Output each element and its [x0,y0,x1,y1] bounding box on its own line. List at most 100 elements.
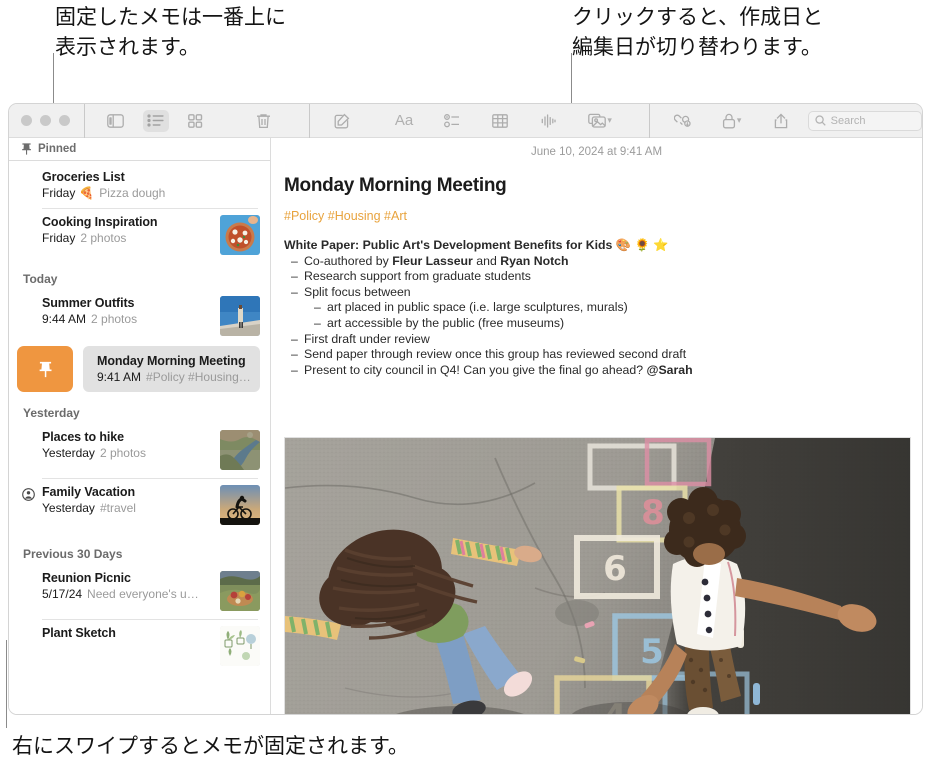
note-title: Family Vacation [42,485,135,499]
callout-leader-line-left [53,53,54,106]
screenshot-root: 固定したメモは一番上に 表示されます。 クリックすると、作成日と 編集日が切り替… [0,0,931,771]
toolbar-divider-3 [649,104,650,138]
note-date: Friday [42,186,76,200]
bullet-text: and [472,253,501,268]
note-list-item-plant-sketch[interactable]: Plant Sketch [9,620,270,674]
close-button[interactable] [21,115,32,126]
compose-note-button[interactable] [329,110,355,132]
delete-group [251,110,277,132]
note-date: 9:41 AM [97,370,142,384]
table-button[interactable] [487,110,513,132]
checklist-button[interactable] [439,110,465,132]
pin-swipe-action-button[interactable] [17,346,73,392]
svg-text:6: 6 [603,549,627,589]
svg-text:5: 5 [640,632,664,672]
callout-date-toggle: クリックすると、作成日と 編集日が切り替わります。 [572,5,824,60]
format-aa-button[interactable]: Aa [391,110,417,132]
notes-window: Aa ▾ ▾ Search Pinned Groceries List Frid… [8,103,923,715]
svg-text:8: 8 [641,493,665,533]
bullet-item: Split focus between [284,285,922,301]
callout-leader-line-bottom [6,640,7,728]
note-list-item-reunion-picnic[interactable]: Reunion Picnic 5/17/24 Need everyone's u… [9,565,270,619]
selected-note-card[interactable]: Monday Morning Meeting 9:41 AM #Policy #H… [83,346,260,392]
note-list-item-summer-outfits[interactable]: Summer Outfits 9:44 AM 2 photos [9,290,270,344]
lock-button[interactable]: ▾ [716,110,748,132]
note-title: Reunion Picnic [42,571,131,585]
toolbar: Aa ▾ ▾ Search [9,104,922,138]
bullet-text: Co-authored by [304,253,393,268]
search-placeholder: Search [830,114,866,127]
note-body-heading: White Paper: Public Art's Development Be… [284,238,922,254]
media-button[interactable]: ▾ [583,110,617,132]
note-preview: #travel [99,501,136,515]
bullet-item-sub: art placed in public space (i.e. large s… [284,300,922,316]
note-meta: 9:41 AM #Policy #Housing… [97,370,260,384]
view-controls [103,109,209,132]
toolbar-divider [84,104,85,138]
note-preview: Pizza dough [99,186,166,200]
bullet-text: Present to city council in Q4! Can you g… [304,362,647,377]
note-body[interactable]: White Paper: Public Art's Development Be… [271,223,922,378]
note-date: 5/17/24 [42,587,83,601]
note-title: Summer Outfits [42,296,135,310]
bullet-item: Send paper through review once this grou… [284,347,922,363]
notes-list-sidebar: Pinned Groceries List Friday 🍕 Pizza dough [9,138,271,714]
callout-leader-line-right [571,53,572,106]
minimize-button[interactable] [40,115,51,126]
note-list-item-cooking-inspiration[interactable]: Cooking Inspiration Friday 2 photos [9,209,270,263]
mention-sarah[interactable]: @Sarah [646,363,692,377]
toolbar-divider-2 [308,104,310,138]
note-title: Monday Morning Meeting [97,354,246,368]
note-attached-photo[interactable]: 8 6 5 4 [284,437,911,714]
note-preview: #Policy #Housing… [146,370,251,384]
pushpin-icon [39,361,51,377]
pushpin-icon [22,143,31,155]
note-list-item-monday-morning-meeting-selected[interactable]: Monday Morning Meeting 9:41 AM #Policy #H… [9,344,270,394]
heading-emoji-icons: 🎨 🌻 ⭐ [615,238,669,252]
note-meta: Friday 2 photos [42,231,212,245]
pizza-emoji-icon: 🍕 [79,186,95,200]
note-date-toggle[interactable]: June 10, 2024 at 9:41 AM [271,138,922,158]
note-title-heading: Monday Morning Meeting [284,175,507,196]
list-view-button[interactable] [142,109,169,132]
bullet-item: Co-authored by Fleur Lasseur and Ryan No… [284,254,922,270]
share-controls: ▾ [670,110,794,132]
bullet-item: Present to city council in Q4! Can you g… [284,363,922,379]
collaborate-button[interactable] [670,110,696,132]
note-title: Groceries List [42,170,125,184]
search-icon [815,115,826,126]
section-header-previous-30-days: Previous 30 Days [23,547,123,561]
delete-note-button[interactable] [251,110,277,132]
audio-waveform-button[interactable] [535,110,561,132]
note-thumbnail-river [220,430,260,470]
note-thumbnail-cyclist [220,485,260,525]
note-preview: Need everyone's u… [87,587,199,601]
window-body: Pinned Groceries List Friday 🍕 Pizza dough [9,138,922,714]
bullet-item: Research support from graduate students [284,269,922,285]
note-list-item-places-to-hike[interactable]: Places to hike Yesterday 2 photos [9,424,270,478]
note-title: Cooking Inspiration [42,215,158,229]
note-title: Plant Sketch [42,626,116,640]
note-detail-pane: June 10, 2024 at 9:41 AM Monday Morning … [271,138,922,714]
note-preview: 2 photos [80,231,127,245]
note-date: Yesterday [42,501,95,515]
callout-swipe-to-pin: 右にスワイプするとメモが固定されます。 [12,734,409,758]
note-list-item-family-vacation[interactable]: Family Vacation Yesterday #travel [9,479,270,533]
note-tags[interactable]: #Policy #Housing #Art [271,197,922,223]
window-controls[interactable] [9,115,70,126]
section-header-yesterday: Yesterday [23,406,80,420]
gallery-view-button[interactable] [183,110,209,132]
pinned-section-header: Pinned [9,138,270,161]
bullet-item: First draft under review [284,332,922,348]
bullet-bold-name: Fleur Lasseur [392,253,473,268]
note-thumbnail-picnic [220,571,260,611]
sidebar-toggle-button[interactable] [103,110,129,132]
search-field[interactable]: Search [807,110,922,131]
share-button[interactable] [768,110,794,132]
zoom-button[interactable] [59,115,70,126]
note-meta: Yesterday 2 photos [42,446,212,460]
note-title: Places to hike [42,430,124,444]
chevron-down-icon: ▾ [736,115,742,125]
note-date: Friday [42,231,76,245]
note-list-item-groceries-list[interactable]: Groceries List Friday 🍕 Pizza dough [9,161,270,208]
